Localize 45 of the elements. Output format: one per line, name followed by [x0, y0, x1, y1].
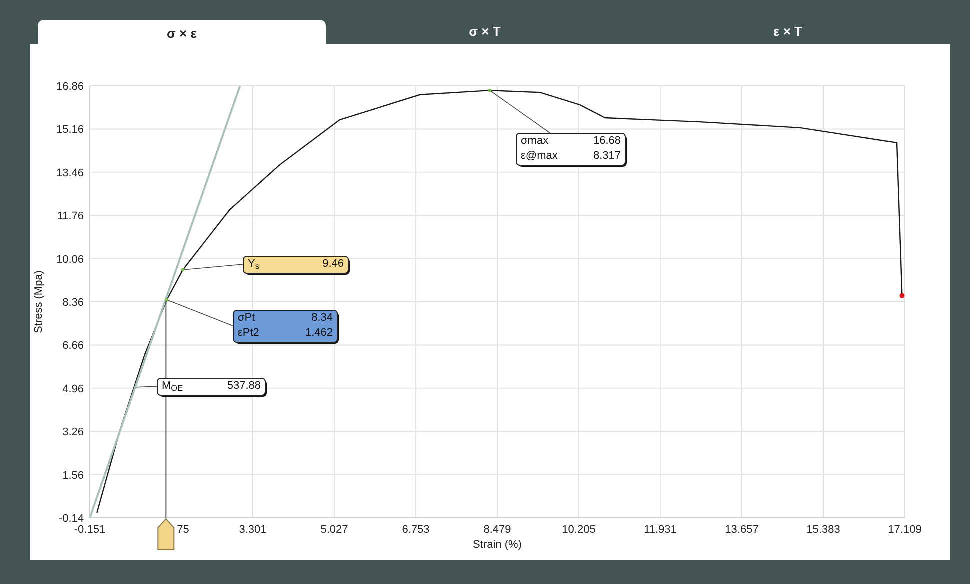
callout-value: 8.317 [593, 149, 621, 164]
y-tick-label: 3.26 [62, 426, 84, 439]
y-tick-label: 15.16 [56, 124, 84, 136]
callout-label: σPt [238, 311, 256, 326]
x-tick-label: -0.151 [74, 524, 106, 536]
end-point-marker [900, 293, 905, 298]
callout-label: M$_{OE}$ [162, 379, 184, 394]
y-tick-label: 4.96 [62, 383, 84, 396]
cursor-handle[interactable] [158, 518, 175, 550]
callout-label: εPt2 [238, 326, 260, 341]
chart-tab[interactable]: ε × T [644, 20, 932, 44]
x-tick-label: 5.027 [320, 524, 348, 536]
callout-label: ε@max [521, 149, 558, 164]
callout-value: 9.46 [322, 257, 344, 272]
y-axis-title: Stress (Mpa) [33, 270, 45, 334]
chart-tab[interactable]: σ × T [341, 20, 629, 44]
x-tick-label: 3.301 [239, 524, 267, 536]
x-tick-label: 17.109 [888, 524, 922, 536]
leader-line [490, 90, 550, 134]
y-tick-label: 11.76 [57, 210, 84, 223]
y-tick-label: 10.06 [56, 254, 84, 266]
y-tick-label: 16.86 [56, 81, 84, 93]
x-tick-label: 6.753 [402, 524, 430, 536]
y-tick-label: 13.46 [56, 167, 84, 180]
callout-value: 8.34 [312, 311, 333, 326]
leader-line [182, 264, 244, 270]
chart-tab[interactable]: σ × ε [38, 20, 326, 44]
callout-label: Y$_{s}$ [248, 257, 260, 272]
x-tick-label: 8.479 [484, 524, 512, 536]
callout-label: σmax [521, 134, 549, 149]
callout-value: 1.462 [305, 326, 333, 341]
x-tick-label: 11.931 [644, 524, 677, 536]
callout-value: 537.88 [227, 379, 261, 394]
callout-value: 16.68 [593, 134, 621, 149]
y-tick-label: 1.56 [62, 470, 84, 482]
leader-line [135, 386, 158, 388]
x-tick-label: 15.383 [806, 524, 840, 536]
x-tick-label: 10.205 [562, 524, 596, 536]
x-axis-title: Strain (%) [473, 539, 522, 551]
x-tick-label: 13.657 [725, 524, 759, 536]
y-tick-label: 6.66 [62, 340, 84, 352]
x-tick-label: 75 [177, 524, 190, 536]
y-tick-label: -0.14 [58, 513, 84, 525]
leader-line [166, 300, 234, 326]
y-tick-label: 8.36 [62, 297, 84, 309]
